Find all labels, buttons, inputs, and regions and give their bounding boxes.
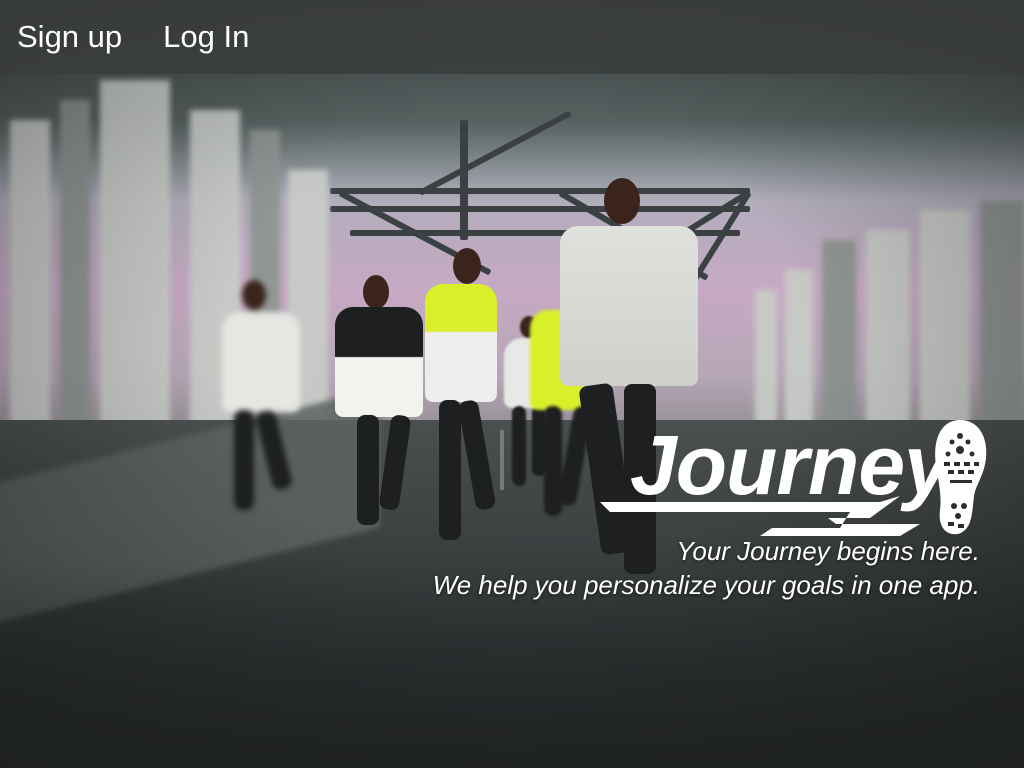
tagline-line-1: Your Journey begins here.: [676, 536, 980, 566]
brand-name: Journey: [630, 418, 951, 512]
hero-background-photo: [0, 0, 1024, 768]
login-link[interactable]: Log In: [146, 0, 266, 74]
top-nav-bar: Sign up Log In: [0, 0, 1024, 74]
shoe-print-icon: [935, 420, 987, 535]
tagline: Your Journey begins here. We help you pe…: [433, 534, 980, 602]
brand-logo: Journey: [600, 418, 1000, 538]
signup-link[interactable]: Sign up: [0, 0, 139, 74]
tagline-line-2: We help you personalize your goals in on…: [432, 570, 980, 600]
